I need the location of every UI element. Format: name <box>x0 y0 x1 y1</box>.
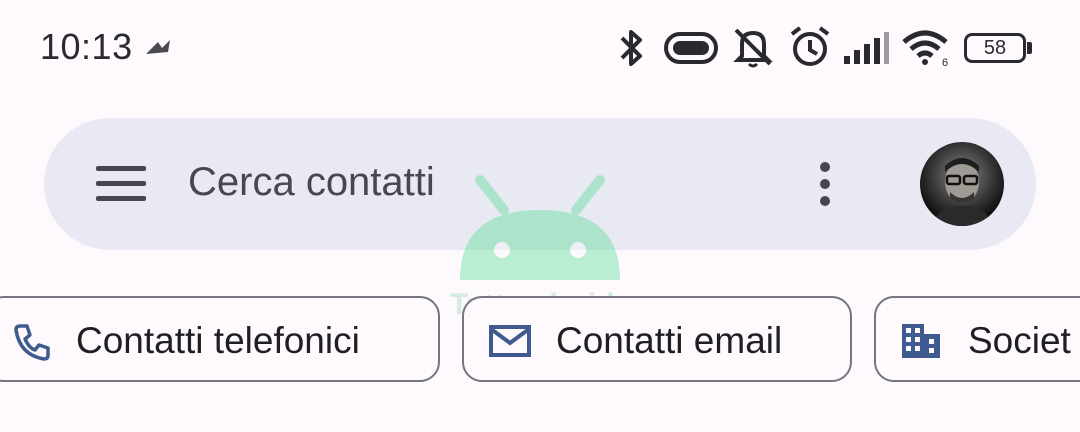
chip-email-contacts[interactable]: Contatti email <box>462 296 852 382</box>
avatar-photo <box>930 158 994 226</box>
vpn-pill-icon <box>664 32 718 64</box>
battery-tip <box>1027 42 1032 54</box>
battery-level: 58 <box>983 37 1007 59</box>
bluetooth-icon <box>620 30 642 66</box>
svg-text:6: 6 <box>942 57 948 68</box>
status-time: 10:13 <box>40 26 133 67</box>
search-input[interactable]: Cerca contatti <box>188 160 435 205</box>
chip-label-email: Contatti email <box>556 320 783 361</box>
silent-bell-icon <box>733 28 773 68</box>
building-icon <box>902 324 940 358</box>
menu-icon[interactable] <box>96 166 146 202</box>
chip-companies[interactable]: Societ <box>874 296 1080 382</box>
notification-icon <box>146 40 170 54</box>
chip-label-companies: Societ <box>968 320 1071 361</box>
more-options-icon[interactable] <box>814 162 836 210</box>
mail-icon <box>489 325 531 357</box>
signal-icon <box>844 32 889 64</box>
wifi-icon: 6 <box>902 30 948 68</box>
status-bar: 10:13 6 58 <box>0 0 1080 96</box>
battery-icon: 58 <box>964 33 1026 63</box>
phone-icon <box>14 324 50 361</box>
alarm-icon <box>790 26 830 66</box>
chip-phone-contacts[interactable]: Contatti telefonici <box>0 296 440 382</box>
chip-label-phone: Contatti telefonici <box>76 320 360 361</box>
avatar[interactable] <box>920 142 1004 226</box>
